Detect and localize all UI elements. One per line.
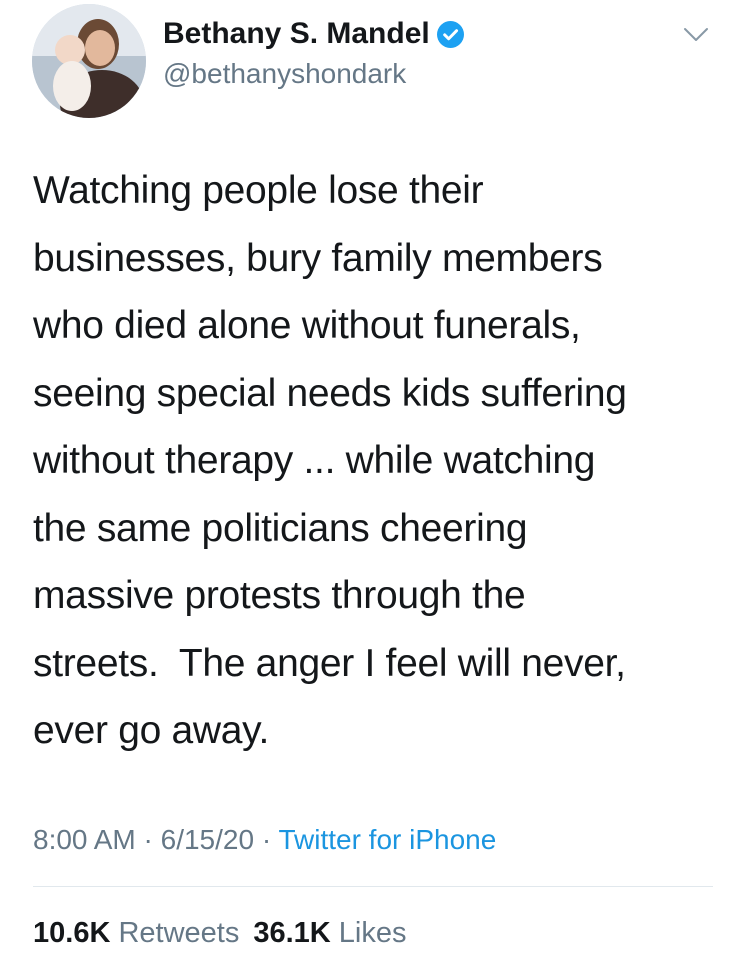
retweets-label: Retweets [118,917,240,949]
likes-count: 36.1K [253,917,331,949]
retweets-count: 10.6K [33,917,111,949]
tweet-source-link[interactable]: Twitter for iPhone [278,824,496,855]
author-row: Bethany S. Mandel [163,12,464,56]
likes-stat[interactable]: 36.1K Likes [253,917,406,949]
divider [33,886,713,887]
tweet-text: Watching people lose their businesses, b… [33,169,627,752]
tweet-time[interactable]: 8:00 AM [33,824,136,855]
chevron-down-icon[interactable] [683,26,709,44]
separator: · [261,824,272,855]
avatar[interactable] [32,4,146,118]
display-name[interactable]: Bethany S. Mandel [163,12,430,56]
author-handle[interactable]: @bethanyshondark [163,54,406,94]
verified-badge-icon [436,20,464,48]
separator: · [143,824,153,855]
tweet-date[interactable]: 6/15/20 [161,824,254,855]
tweet-stats: 10.6K Retweets 36.1K Likes [33,911,407,955]
retweets-stat[interactable]: 10.6K Retweets [33,917,239,949]
likes-label: Likes [338,917,407,949]
tweet-metadata: 8:00 AM · 6/15/20 · Twitter for iPhone [33,818,496,862]
avatar-photo [32,4,146,118]
